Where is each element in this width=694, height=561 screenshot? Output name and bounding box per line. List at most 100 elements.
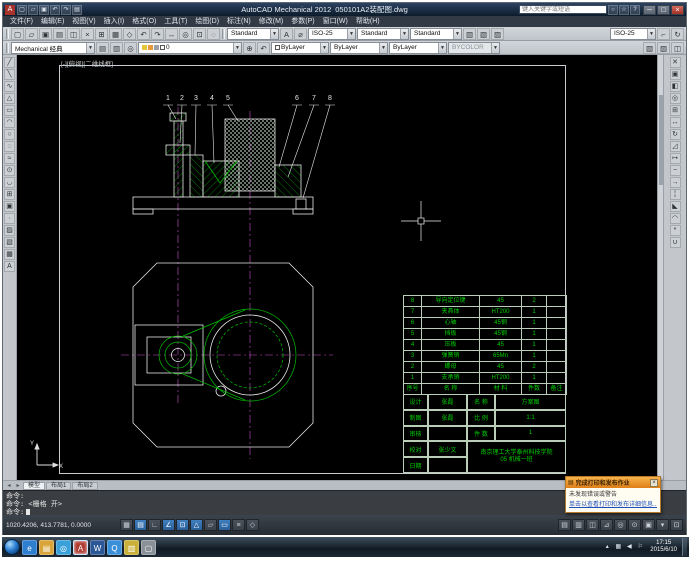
scale-icon[interactable]: ◿: [670, 141, 681, 152]
new-icon[interactable]: ▢: [11, 28, 24, 40]
arc-icon[interactable]: ◠: [4, 117, 15, 128]
rectangle-icon[interactable]: ▭: [4, 105, 15, 116]
table-style-combo[interactable]: Standard▼: [357, 28, 409, 40]
table-icon[interactable]: ▦: [4, 249, 15, 260]
menu-格式(O)[interactable]: 格式(O): [128, 16, 160, 27]
qsave-icon[interactable]: ▣: [39, 5, 49, 15]
minimize-button[interactable]: ─: [643, 5, 656, 15]
dim-style-combo[interactable]: ISO-25▼: [308, 28, 356, 40]
move-icon[interactable]: ↔: [670, 117, 681, 128]
layer-states-icon[interactable]: ▥: [110, 42, 123, 54]
ellipse-arc-icon[interactable]: ◡: [4, 177, 15, 188]
annotation-visibility-button[interactable]: ◎: [614, 519, 627, 531]
notification-link[interactable]: 单击以查看打印和发布详细信息...: [569, 499, 657, 508]
paste-icon[interactable]: ▦: [109, 28, 122, 40]
rotate-icon[interactable]: ↻: [670, 129, 681, 140]
quick-view-layouts-button[interactable]: ▥: [572, 519, 585, 531]
polygon-icon[interactable]: △: [4, 93, 15, 104]
properties-icon[interactable]: ▥: [463, 28, 476, 40]
toolbar-grip[interactable]: [6, 43, 9, 53]
workspace-combo[interactable]: Mechanical 经典▼: [11, 42, 95, 54]
polyline-icon[interactable]: ∿: [4, 81, 15, 92]
autocad-taskbar-icon[interactable]: A: [73, 540, 88, 555]
extend-icon[interactable]: →: [670, 177, 681, 188]
menu-修改(M)[interactable]: 修改(M): [255, 16, 288, 27]
qnew-icon[interactable]: ▢: [17, 5, 27, 15]
qq-icon[interactable]: Q: [107, 540, 122, 555]
tab-布局2[interactable]: 布局2: [72, 482, 97, 490]
qopen-icon[interactable]: ▱: [28, 5, 38, 15]
stretch-icon[interactable]: ↦: [670, 153, 681, 164]
taskbar-clock[interactable]: 17:15 2015/6/10: [647, 540, 680, 554]
menu-工具(T)[interactable]: 工具(T): [160, 16, 191, 27]
volume-icon[interactable]: ◀: [624, 542, 634, 552]
polar-toggle[interactable]: ∠: [162, 519, 175, 531]
dyn-toggle[interactable]: ▭: [218, 519, 231, 531]
offset-icon[interactable]: ◎: [670, 93, 681, 104]
app-status-menu-button[interactable]: ▾: [656, 519, 669, 531]
menu-编辑(E)[interactable]: 编辑(E): [37, 16, 68, 27]
color-combo[interactable]: ByLayer▼: [271, 42, 329, 54]
workspace-switching-button[interactable]: ⊙: [628, 519, 641, 531]
model-space-button[interactable]: ▤: [558, 519, 571, 531]
layer-combo[interactable]: 0 ▼: [138, 42, 242, 54]
show-desktop-button[interactable]: [682, 538, 687, 556]
revcloud-icon[interactable]: ◌: [4, 141, 15, 152]
qp-toggle[interactable]: ◇: [246, 519, 259, 531]
mleader-style-combo[interactable]: Standard▼: [410, 28, 462, 40]
ducs-toggle[interactable]: ▱: [204, 519, 217, 531]
osnap-toggle[interactable]: ⊡: [176, 519, 189, 531]
tool-palettes-icon[interactable]: ▨: [491, 28, 504, 40]
tab-模型[interactable]: 模型: [23, 482, 45, 490]
menu-帮助(H)[interactable]: 帮助(H): [352, 16, 384, 27]
fillet-icon[interactable]: ◠: [670, 213, 681, 224]
mtext-icon[interactable]: A: [4, 261, 15, 272]
maximize-button[interactable]: □: [657, 5, 670, 15]
dim-style-combo-right[interactable]: ISO-25▼: [610, 28, 656, 40]
gradient-icon[interactable]: ▧: [4, 237, 15, 248]
qredo-icon[interactable]: ↷: [61, 5, 71, 15]
ortho-toggle[interactable]: ∟: [148, 519, 161, 531]
qundo-icon[interactable]: ↶: [50, 5, 60, 15]
plot-icon[interactable]: ▤: [53, 28, 66, 40]
break-icon[interactable]: ╎: [670, 189, 681, 200]
folder-icon[interactable]: ▥: [124, 540, 139, 555]
make-current-layer-icon[interactable]: ⊕: [243, 42, 256, 54]
help-icon[interactable]: ?: [630, 5, 640, 15]
zoom-previous-icon[interactable]: ◌: [207, 28, 220, 40]
lock-ui-button[interactable]: ▣: [642, 519, 655, 531]
text-style-icon[interactable]: A: [280, 28, 293, 40]
quick-view-drawings-button[interactable]: ◫: [586, 519, 599, 531]
close-button[interactable]: ×: [671, 5, 684, 15]
spline-icon[interactable]: ≈: [4, 153, 15, 164]
dim-linear-icon[interactable]: ⌐: [657, 28, 670, 40]
cut-icon[interactable]: ×: [81, 28, 94, 40]
action-center-icon[interactable]: ⚐: [635, 542, 645, 552]
annotation-scale-button[interactable]: ⊿: [600, 519, 613, 531]
title-bar[interactable]: A ▢▱▣↶↷▤ AutoCAD Mechanical 2012 050101A…: [3, 3, 686, 16]
matchprop-icon[interactable]: ◇: [123, 28, 136, 40]
layer-isolate-icon[interactable]: ◎: [124, 42, 137, 54]
insert-block-icon[interactable]: ⊞: [4, 189, 15, 200]
mirror-icon[interactable]: ◧: [670, 81, 681, 92]
redo-icon[interactable]: ↷: [151, 28, 164, 40]
trim-icon[interactable]: −: [670, 165, 681, 176]
lwt-toggle[interactable]: ≡: [232, 519, 245, 531]
search-icon[interactable]: ○: [608, 5, 618, 15]
menu-文件(F)[interactable]: 文件(F): [6, 16, 37, 27]
notification-close-icon[interactable]: ×: [650, 479, 658, 487]
copy-object-icon[interactable]: ▣: [670, 69, 681, 80]
word-icon[interactable]: W: [90, 540, 105, 555]
make-block-icon[interactable]: ▣: [4, 201, 15, 212]
join-icon[interactable]: ∪: [670, 237, 681, 248]
lineweight-combo[interactable]: ByLayer▼: [389, 42, 447, 54]
search-input[interactable]: [519, 5, 607, 14]
erase-icon[interactable]: ✕: [670, 57, 681, 68]
menu-窗口(W)[interactable]: 窗口(W): [319, 16, 352, 27]
undo-icon[interactable]: ↶: [137, 28, 150, 40]
dim-update-icon[interactable]: ↻: [671, 28, 684, 40]
circle-icon[interactable]: ○: [4, 129, 15, 140]
text-style-combo[interactable]: Standard▼: [227, 28, 279, 40]
zoom-realtime-icon[interactable]: ◎: [179, 28, 192, 40]
linetype-combo[interactable]: ByLayer▼: [330, 42, 388, 54]
